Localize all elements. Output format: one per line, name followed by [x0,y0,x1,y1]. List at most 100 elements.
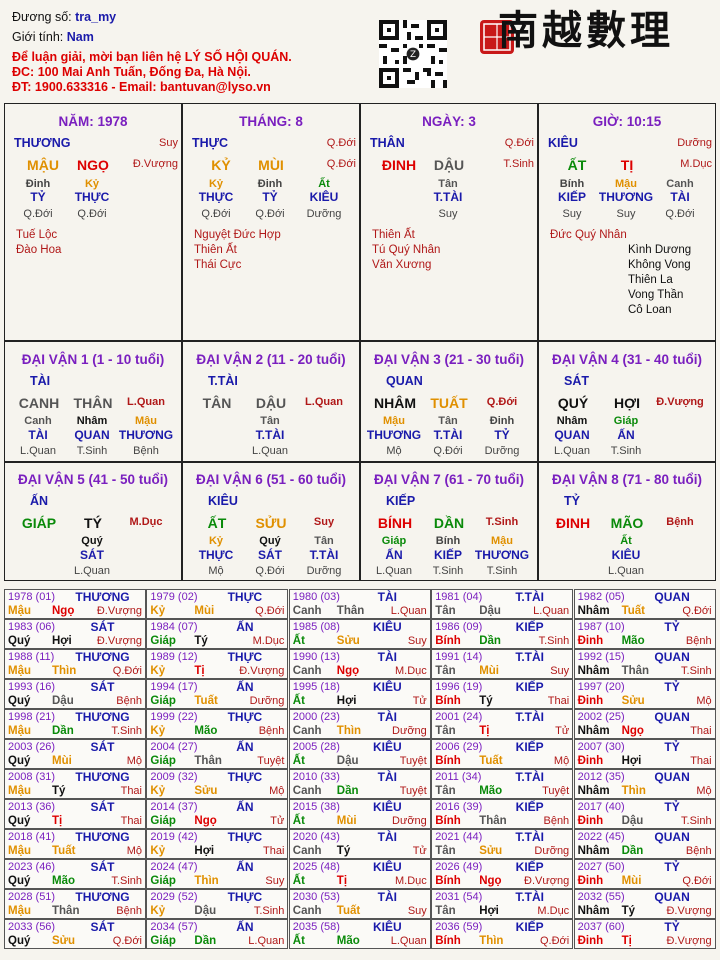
year-god: THỰC [227,650,263,664]
year-label: 2030 (53) [292,891,340,903]
hidden-stage: Dưỡng [306,565,342,577]
year-cell: 1992 (15) QUAN Nhâm Thân T.Sinh [573,649,716,679]
pillar-star: Văn Xương [372,259,432,271]
year-god: THƯƠNG [75,770,130,784]
hidden-stem: Kỷ [208,535,224,547]
pillar-star: Tú Quý Nhân [372,244,441,256]
hidden-stem: Đinh [25,178,51,190]
year-god: TỶ [664,680,680,694]
year-cell: 2034 (57) ẤN Giáp Dần L.Quan [146,919,289,949]
hidden-god: THỰC [198,190,234,204]
year-cell: 1984 (07) ẤN Giáp Tý M.Dục [146,619,289,649]
hidden-stem: Nhâm [556,415,588,427]
year-branch: Ngọ [336,665,360,677]
year-stem: Bính [435,875,461,887]
year-stage: Đ.Vượng [96,605,142,617]
dai-van-stem: TÂN [202,395,232,411]
hidden-god: ẤN [617,428,635,442]
year-stage: Tử [412,845,427,857]
year-cell: 1983 (06) SÁT Quý Hợi Đ.Vượng [4,619,146,649]
year-god: KIẾP [515,800,544,814]
year-god: ẤN [236,860,254,874]
year-stem: Nhâm [577,845,610,857]
dai-van-god: SÁT [564,374,589,388]
year-stage: Bệnh [116,695,142,707]
year-god: ẤN [236,680,254,694]
year-label: 1991 (14) [435,651,483,663]
year-god: THỰC [227,830,263,844]
brand-logo: 南越數理 [478,8,718,66]
year-label: 1983 (06) [8,621,56,633]
hidden-stage: T.Sinh [76,445,108,457]
year-cell: 2020 (43) TÀI Canh Tý Tử [288,829,431,859]
year-stem: Đinh [577,755,604,767]
pillar-branch-stage: M.Dục [680,158,712,170]
hidden-stem: Tân [314,535,334,547]
year-stage: Dưỡng [249,695,285,707]
hidden-stem: Giáp [613,415,639,427]
year-label: 2005 (28) [292,741,340,753]
year-label: 2013 (36) [8,801,56,813]
year-stem: Giáp [150,635,176,647]
year-stem: Đinh [577,935,604,947]
year-stem: Tân [435,725,456,737]
year-branch: Thìn [621,785,646,797]
year-god: KIÊU [372,860,402,874]
hidden-stage: Q.Đới [201,208,231,220]
year-stem: Mậu [8,665,31,677]
year-label: 2026 (49) [435,861,483,873]
year-label: 1998 (21) [8,711,56,723]
year-branch: Dậu [479,605,501,617]
year-label: 2016 (39) [435,801,483,813]
dai-van-god: ẤN [30,494,49,508]
dai-van-stage: L.Quan [305,396,343,408]
year-branch: Dậu [336,755,359,767]
year-stage: Suy [550,665,570,677]
year-cell: 2005 (28) KIÊU Ất Dậu Tuyệt [288,739,431,769]
year-label: 1979 (02) [150,591,198,603]
year-branch: Hợi [194,845,215,857]
year-branch: Mùi [194,605,215,617]
pillar-top-stage: Suy [159,137,178,149]
year-branch: Tị [52,815,63,827]
dai-van-title: ĐẠI VẬN 5 (41 - 50 tuổi) [17,472,169,487]
pillar-star: Nguyệt Đức Hợp [194,229,281,241]
year-branch: Dần [621,845,644,857]
hidden-stage: Suy [616,208,636,220]
year-label: 2034 (57) [150,921,198,933]
year-branch: Mùi [621,875,642,887]
pillar-title: NGÀY: 3 [422,114,476,129]
year-god: THƯƠNG [75,710,130,724]
year-god: SÁT [90,740,115,754]
year-label: 1987 (10) [577,621,625,633]
year-label: 1978 (01) [8,591,56,603]
year-god: TỶ [664,800,680,814]
year-label: 2003 (26) [8,741,56,753]
year-label: 2006 (29) [435,741,483,753]
year-stem: Nhâm [577,725,610,737]
year-branch: Tị [194,665,205,677]
year-god: ẤN [236,620,254,634]
year-cell: 2027 (50) TỶ Đinh Mùi Q.Đới [573,859,716,889]
hidden-stem: Mậu [383,415,405,427]
year-branch: Sửu [194,785,218,797]
year-stem: Tân [435,845,456,857]
year-stem: Tân [435,605,456,617]
hidden-stage: Q.Đới [77,208,107,220]
hidden-stem: Tân [438,178,458,190]
year-branch: Thân [52,905,80,917]
year-stem: Kỷ [150,785,166,797]
year-stage: Đ.Vượng [239,665,285,677]
hidden-stage: T.Sinh [610,445,642,457]
year-cell: 2013 (36) SÁT Quý Tị Thai [4,799,146,829]
dai-van-stem: QUÝ [557,395,589,411]
year-branch: Sửu [479,845,503,857]
year-god: TÀI [377,830,397,844]
year-branch: Tị [479,725,490,737]
year-label: 1986 (09) [435,621,483,633]
dai-van-title: ĐẠI VẬN 8 (71 - 80 tuổi) [551,472,703,487]
year-label: 1995 (18) [292,681,340,693]
year-stem: Đinh [577,635,604,647]
year-cell: 2036 (59) KIẾP Bính Thìn Q.Đới [431,919,574,949]
year-cell: 1979 (02) THỰC Kỷ Mùi Q.Đới [146,589,289,619]
